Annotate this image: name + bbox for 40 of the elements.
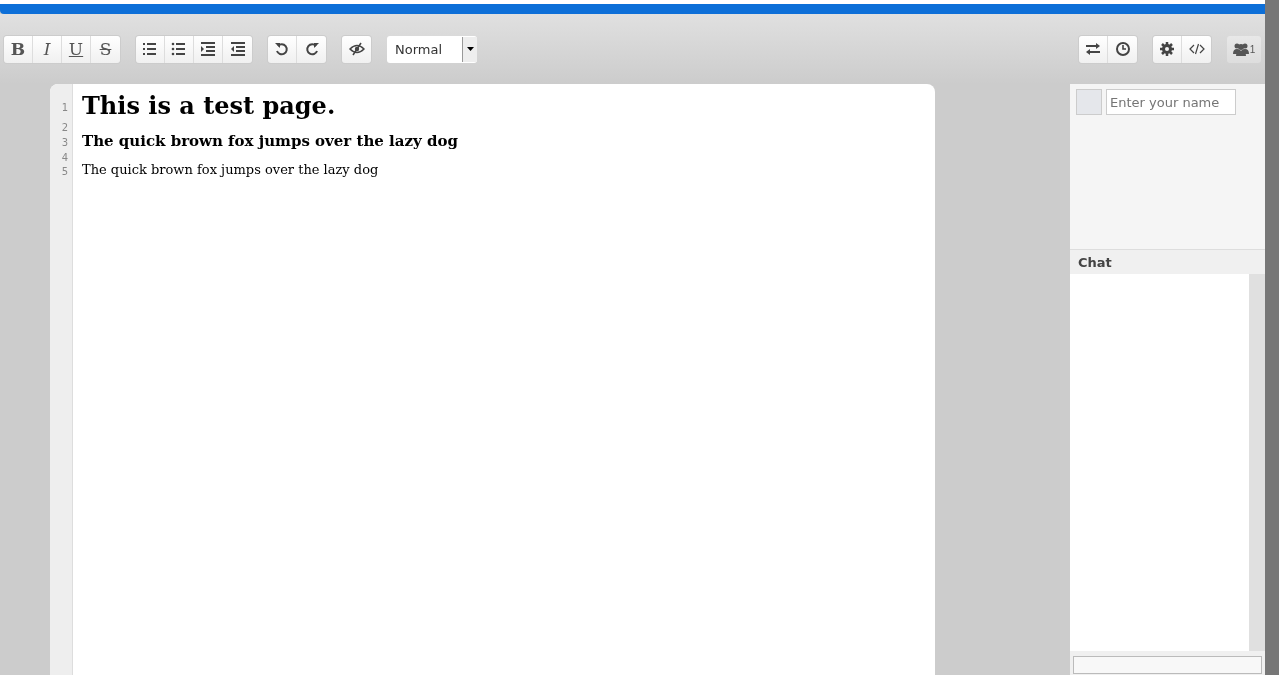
line-number: 3 <box>61 137 68 148</box>
bold-button[interactable]: B <box>4 35 33 63</box>
eye-slash-icon <box>348 41 365 57</box>
line-number: 2 <box>61 122 68 133</box>
redo-button[interactable] <box>297 35 326 63</box>
undo-icon <box>274 41 290 57</box>
embed-button[interactable] <box>1182 35 1211 63</box>
paragraph: The quick brown fox jumps over the lazy dog <box>82 162 379 177</box>
strikethrough-button[interactable]: S <box>91 35 120 63</box>
bulleted-list-icon <box>171 41 187 57</box>
indent-button[interactable] <box>194 35 223 63</box>
bulleted-list-button[interactable] <box>165 35 194 63</box>
swap-arrows-icon <box>1085 41 1101 57</box>
heading: This is a test page. <box>82 91 336 120</box>
line-number: 1 <box>61 102 68 113</box>
caret-icon <box>466 47 474 51</box>
line-number: 4 <box>61 152 68 163</box>
outdent-button[interactable] <box>223 35 252 63</box>
import-export-button[interactable] <box>1079 35 1108 63</box>
user-color-swatch[interactable] <box>1076 89 1102 115</box>
name-input[interactable]: Enter your name <box>1106 89 1236 115</box>
outdent-icon <box>229 41 246 57</box>
undo-button[interactable] <box>268 35 297 63</box>
italic-button[interactable]: I <box>33 35 62 63</box>
hide-authorship-button[interactable] <box>342 35 371 63</box>
history-button[interactable] <box>1108 35 1137 63</box>
clock-icon <box>1114 41 1131 57</box>
users-button[interactable]: 1 <box>1227 35 1261 63</box>
line-number: 5 <box>61 166 68 177</box>
settings-icon <box>1159 41 1175 57</box>
redo-icon <box>303 41 320 57</box>
style-select[interactable]: Normal <box>387 35 477 63</box>
underline-button[interactable]: U <box>62 35 91 63</box>
chat-title: Chat <box>1070 249 1265 274</box>
settings-button[interactable] <box>1153 35 1182 63</box>
code-icon <box>1188 41 1205 57</box>
heading: The quick brown fox jumps over the lazy dog <box>82 132 458 150</box>
chat-input[interactable] <box>1073 655 1262 674</box>
indent-icon <box>200 41 216 57</box>
users-icon <box>1232 42 1249 56</box>
